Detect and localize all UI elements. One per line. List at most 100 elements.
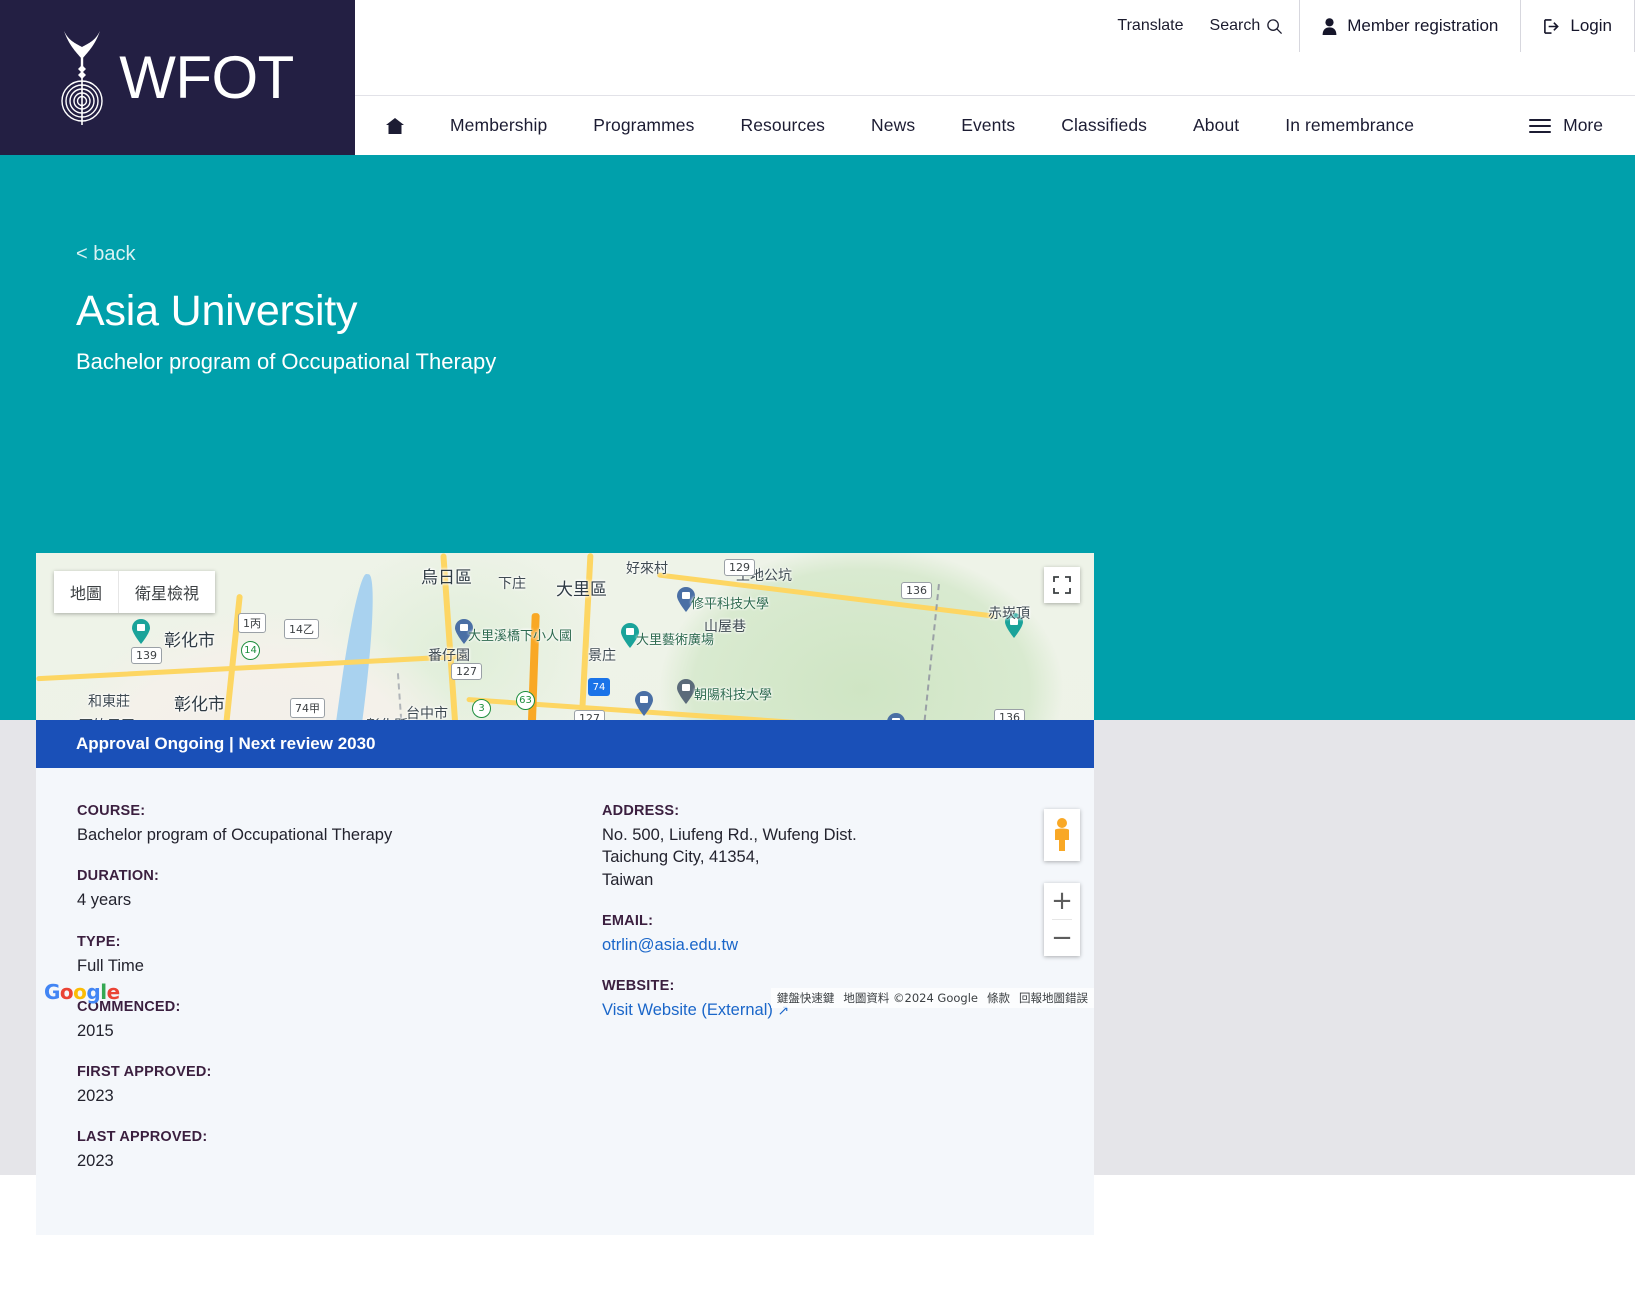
translate-link[interactable]: Translate — [1117, 17, 1183, 35]
field-label: COURSE: — [77, 803, 146, 819]
map-label: 大里藝術廣場 — [636, 633, 715, 648]
page-title: Asia University — [76, 287, 358, 335]
field-last-approved: LAST APPROVED: 2023 — [77, 1129, 565, 1172]
map-attr-shortcuts[interactable]: 鍵盤快速鍵 — [777, 990, 835, 1006]
search-label: Search — [1209, 17, 1261, 34]
map-label: 彰化市 — [174, 695, 225, 715]
wfot-arrow-spiral-logo — [61, 31, 103, 125]
field-value: Bachelor program of Occupational Therapy — [77, 826, 393, 844]
map-label: 景庄 — [588, 648, 616, 664]
map-label: 番仔園 — [428, 648, 470, 664]
field-label: TYPE: — [77, 933, 121, 950]
page-subtitle: Bachelor program of Occupational Therapy — [76, 349, 497, 375]
status-badge: Approval Ongoing | Next review 2030 — [36, 720, 1094, 768]
map-highway-shield: 63 — [516, 691, 535, 710]
map-type-button-satellite[interactable]: 衛星檢視 — [118, 571, 215, 613]
utility-bar: Translate Search Member registration Log… — [355, 0, 1635, 52]
nav-more-label: More — [1563, 115, 1603, 135]
wfot-logo[interactable]: WFOT — [0, 0, 355, 155]
field-value: 2015 — [77, 1021, 114, 1040]
map-highway-shield: 74 — [588, 678, 610, 696]
member-registration-button[interactable]: Member registration — [1299, 0, 1520, 52]
google-logo[interactable]: Google — [44, 980, 120, 1004]
map-label: 赤崁頂 — [988, 606, 1030, 622]
map-road-shield: 136 — [901, 582, 932, 599]
map-poi-pin[interactable] — [131, 619, 151, 645]
map-label: 大里溪橋下小人國 — [468, 629, 573, 644]
map-road-shield: 74甲 — [290, 698, 325, 718]
field-label: EMAIL: — [602, 912, 654, 929]
search-icon — [1267, 18, 1283, 34]
map-poi-pin[interactable] — [676, 679, 696, 705]
map-attr-data: 地圖資料 ©2024 Google — [843, 991, 978, 1005]
field-label: COMMENCED: — [77, 998, 181, 1015]
map-fullscreen-button[interactable] — [1044, 567, 1080, 603]
field-duration: DURATION: 4 years — [77, 868, 565, 911]
map-label: 烏日區 — [421, 568, 472, 588]
back-link[interactable]: < back — [76, 243, 135, 266]
map-road-shield: 1丙 — [238, 613, 266, 633]
email-link[interactable]: otrlin@asia.edu.tw — [602, 934, 1094, 956]
map-zoom-out-button[interactable]: − — [1044, 920, 1080, 956]
field-value: No. 500, Liufeng Rd., Wufeng Dist. Taich… — [602, 826, 857, 889]
nav-item-classifieds[interactable]: Classifieds — [1038, 115, 1170, 136]
nav-item-news[interactable]: News — [848, 115, 938, 136]
nav-item-about[interactable]: About — [1170, 115, 1262, 136]
nav-item-in-remembrance[interactable]: In remembrance — [1262, 115, 1437, 136]
search-link[interactable]: Search — [1210, 17, 1284, 35]
field-label: ADDRESS: — [602, 803, 680, 819]
map-label: 彰化市 — [164, 631, 215, 651]
map-attr-terms[interactable]: 條款 — [987, 990, 1010, 1006]
map-street-view-button[interactable] — [1044, 809, 1080, 861]
map-road-shield: 139 — [131, 647, 162, 664]
login-button[interactable]: Login — [1520, 0, 1635, 52]
map-label: 好來村 — [626, 561, 668, 577]
map-label: 朝陽科技大學 — [694, 688, 773, 703]
field-label: DURATION: — [77, 868, 160, 885]
street-view-pegman-icon — [1055, 818, 1069, 851]
site-header: WFOT Translate Search Member registratio… — [0, 0, 1635, 155]
map-label: 修平科技大學 — [691, 597, 770, 612]
map-road-shield: 14乙 — [284, 619, 319, 639]
login-label: Login — [1570, 16, 1612, 35]
map-poi-pin[interactable] — [634, 691, 654, 717]
translate-label: Translate — [1117, 17, 1184, 34]
field-course: COURSE: Bachelor program of Occupational… — [77, 803, 565, 846]
map-label: 下庄 — [498, 576, 526, 592]
map-label: 山屋巷 — [704, 619, 746, 635]
nav-home[interactable] — [375, 117, 427, 135]
hero-section: < back Asia University Bachelor program … — [0, 155, 1635, 1008]
map-zoom-control[interactable]: + − — [1044, 883, 1080, 956]
nav-item-membership[interactable]: Membership — [427, 115, 570, 136]
map-type-control[interactable]: 地圖 衛星檢視 — [54, 571, 216, 613]
field-commenced: COMMENCED: 2015 — [77, 999, 565, 1042]
map-type-button-map[interactable]: 地圖 — [54, 571, 118, 613]
nav-more-button[interactable]: More — [1529, 115, 1635, 136]
nav-item-programmes[interactable]: Programmes — [570, 115, 717, 136]
login-arrow-icon — [1544, 18, 1560, 34]
map-label: 大里區 — [556, 580, 607, 600]
field-value: 2023 — [77, 1152, 114, 1171]
content-area: Approval Ongoing | Next review 2030 COUR… — [0, 720, 1635, 1235]
field-address: ADDRESS: No. 500, Liufeng Rd., Wufeng Di… — [602, 803, 1094, 891]
wfot-wordmark: WFOT — [119, 43, 294, 111]
nav-item-events[interactable]: Events — [938, 115, 1038, 136]
website-link-label: Visit Website (External) — [602, 1001, 773, 1020]
map-label: 和東莊 — [88, 694, 130, 710]
field-type: TYPE: Full Time — [77, 934, 565, 977]
field-first-approved: FIRST APPROVED: 2023 — [77, 1064, 565, 1107]
field-value: 4 years — [77, 891, 132, 910]
map-zoom-in-button[interactable]: + — [1044, 883, 1080, 919]
nav-item-resources[interactable]: Resources — [717, 115, 848, 136]
map-road-shield: 129 — [724, 559, 755, 576]
map-highway-shield: 14 — [241, 641, 260, 660]
field-label: FIRST APPROVED: — [77, 1064, 212, 1081]
field-value: 2023 — [77, 1087, 114, 1106]
field-label: LAST APPROVED: — [77, 1129, 208, 1146]
member-registration-label: Member registration — [1347, 16, 1499, 35]
home-icon — [386, 117, 404, 134]
map-attr-report[interactable]: 回報地圖錯誤 — [1019, 990, 1088, 1006]
field-value: Full Time — [77, 956, 144, 975]
hamburger-icon — [1529, 118, 1552, 133]
map-attribution: 鍵盤快速鍵 地圖資料 ©2024 Google 條款 回報地圖錯誤 — [770, 988, 1094, 1008]
